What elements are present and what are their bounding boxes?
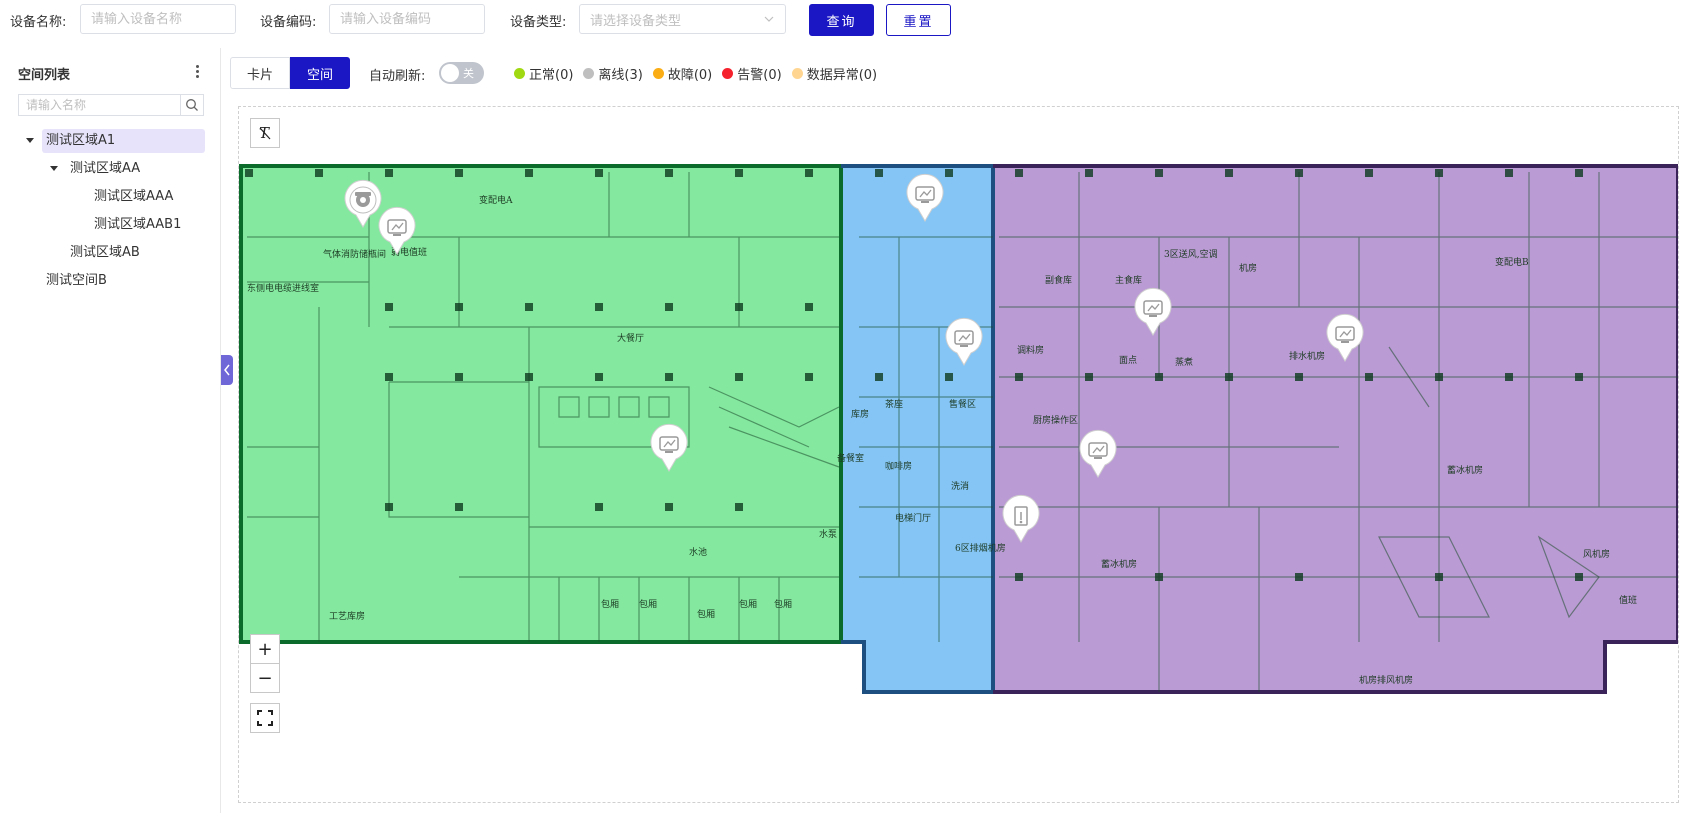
device-code-label: 设备编码: (260, 15, 317, 30)
room-label: 包厢 (639, 598, 657, 610)
tree-node-area-aa[interactable]: 测试区域AA (70, 157, 140, 181)
zoom-in-button[interactable]: + (250, 634, 280, 664)
room-label: 3区送风,空调 (1164, 248, 1218, 260)
legend-data-error: 数据异常(0) (791, 64, 877, 83)
legend-alarm: 告警(0) (722, 64, 782, 83)
status-dot (514, 68, 525, 79)
legend-offline: 离线(3) (583, 64, 643, 83)
search-bar: 设备名称: 设备编码: 设备类型: 请选择设备类型 查询 重置 (0, 0, 1697, 44)
status-dot (722, 68, 734, 79)
query-button[interactable]: 查询 (809, 4, 874, 36)
device-name-label: 设备名称: (10, 15, 67, 30)
room-label: 风机房 (1583, 548, 1610, 560)
reset-button[interactable]: 重置 (886, 4, 951, 36)
zoom-out-button[interactable]: − (250, 663, 280, 693)
room-label: 副食库 (1045, 274, 1072, 286)
room-label: 变配电B (1495, 256, 1529, 268)
toggle-state-text: 关 (463, 67, 474, 80)
room-label: 厨房操作区 (1033, 414, 1078, 426)
room-label: 面点 (1119, 355, 1137, 366)
floor-plan: 变配电A 气体消防储瓶间 弱电值班 东侧电电缆进线室 大餐厅 水池 工艺库房 包… (239, 164, 1678, 694)
device-name-input[interactable] (80, 4, 236, 34)
space-list-sidebar: 空间列表 测试区域A1 测试区域AA 测试区域AAA 测试区域AAB1 测试区域… (0, 48, 221, 813)
device-type-placeholder: 请选择设备类型 (590, 13, 682, 29)
tree-search (18, 94, 204, 116)
room-label: 咖啡房 (885, 460, 912, 472)
room-label: 变配电A (479, 194, 513, 206)
tab-space-view[interactable]: 空间 (290, 57, 350, 89)
status-dot (583, 68, 595, 79)
search-icon[interactable] (180, 95, 203, 115)
room-label: 工艺库房 (329, 610, 365, 622)
room-label: 调料房 (1017, 344, 1044, 356)
tree-node-area-aab1[interactable]: 测试区域AAB1 (94, 213, 181, 237)
room-label: 备餐室 (837, 452, 864, 464)
tree-node-area-ab[interactable]: 测试区域AB (70, 241, 140, 265)
caret-down-icon[interactable] (26, 138, 34, 143)
room-label: 包厢 (697, 608, 715, 620)
room-label: 机房 (1239, 262, 1257, 274)
room-label: 茶座 (885, 398, 903, 410)
floor-map-panel[interactable]: 变配电A 气体消防储瓶间 弱电值班 东侧电电缆进线室 大餐厅 水池 工艺库房 包… (238, 106, 1679, 803)
tree-search-input[interactable] (19, 95, 181, 115)
device-code-input[interactable] (329, 4, 485, 34)
tab-card-view[interactable]: 卡片 (230, 57, 290, 89)
more-vertical-icon[interactable] (190, 62, 204, 80)
chevron-down-icon (764, 16, 774, 22)
auto-refresh-toggle[interactable]: 关 (439, 62, 484, 84)
room-label: 大餐厅 (617, 332, 644, 344)
room-label: 蓄冰机房 (1101, 558, 1137, 570)
device-type-select[interactable]: 请选择设备类型 (579, 4, 786, 34)
tree-node-space-b[interactable]: 测试空间B (46, 269, 107, 293)
sidebar-title: 空间列表 (18, 68, 71, 83)
room-label: 气体消防储瓶间 (323, 248, 386, 260)
status-dot (791, 68, 803, 79)
caret-down-icon[interactable] (50, 166, 58, 171)
tree-node-area-aaa[interactable]: 测试区域AAA (94, 185, 173, 209)
toggle-knob (441, 64, 459, 82)
room-label: 值班 (1619, 594, 1637, 606)
legend-normal: 正常(0) (514, 64, 573, 83)
room-label: 蓄冰机房 (1447, 464, 1483, 476)
room-label: 水泵 (819, 528, 837, 540)
room-label: 6区排烟机房 (955, 542, 1006, 554)
status-dot (652, 68, 664, 79)
clear-format-icon[interactable]: T (250, 118, 280, 148)
room-label: 电梯门厅 (895, 512, 931, 524)
room-label: 蒸煮 (1175, 356, 1193, 368)
room-label: 库房 (851, 408, 869, 420)
device-type-label: 设备类型: (510, 15, 567, 30)
room-label: 水池 (689, 546, 707, 558)
legend-fault: 故障(0) (652, 64, 712, 83)
auto-refresh-label: 自动刷新: (369, 69, 426, 84)
zone-b[interactable] (864, 642, 993, 692)
chevron-left-icon (224, 364, 230, 376)
tree-node-area-a1[interactable]: 测试区域A1 (42, 129, 205, 153)
room-label: 包厢 (601, 598, 619, 610)
room-label: 售餐区 (949, 398, 976, 410)
room-label: 包厢 (739, 598, 757, 610)
room-label: 排水机房 (1289, 350, 1325, 362)
room-label: 洗消 (951, 480, 969, 492)
room-label: 东侧电电缆进线室 (247, 282, 319, 294)
sidebar-collapse-button[interactable] (221, 355, 233, 385)
room-label: 主食库 (1115, 274, 1142, 286)
zone-c[interactable] (993, 642, 1605, 692)
fullscreen-icon[interactable] (250, 703, 280, 733)
status-legend: 正常(0) 离线(3) 故障(0) 告警(0) 数据异常(0) (514, 64, 877, 83)
room-label: 包厢 (774, 598, 792, 610)
room-label: 机房排风机房 (1359, 674, 1413, 686)
view-toggle: 卡片 空间 (230, 57, 350, 89)
